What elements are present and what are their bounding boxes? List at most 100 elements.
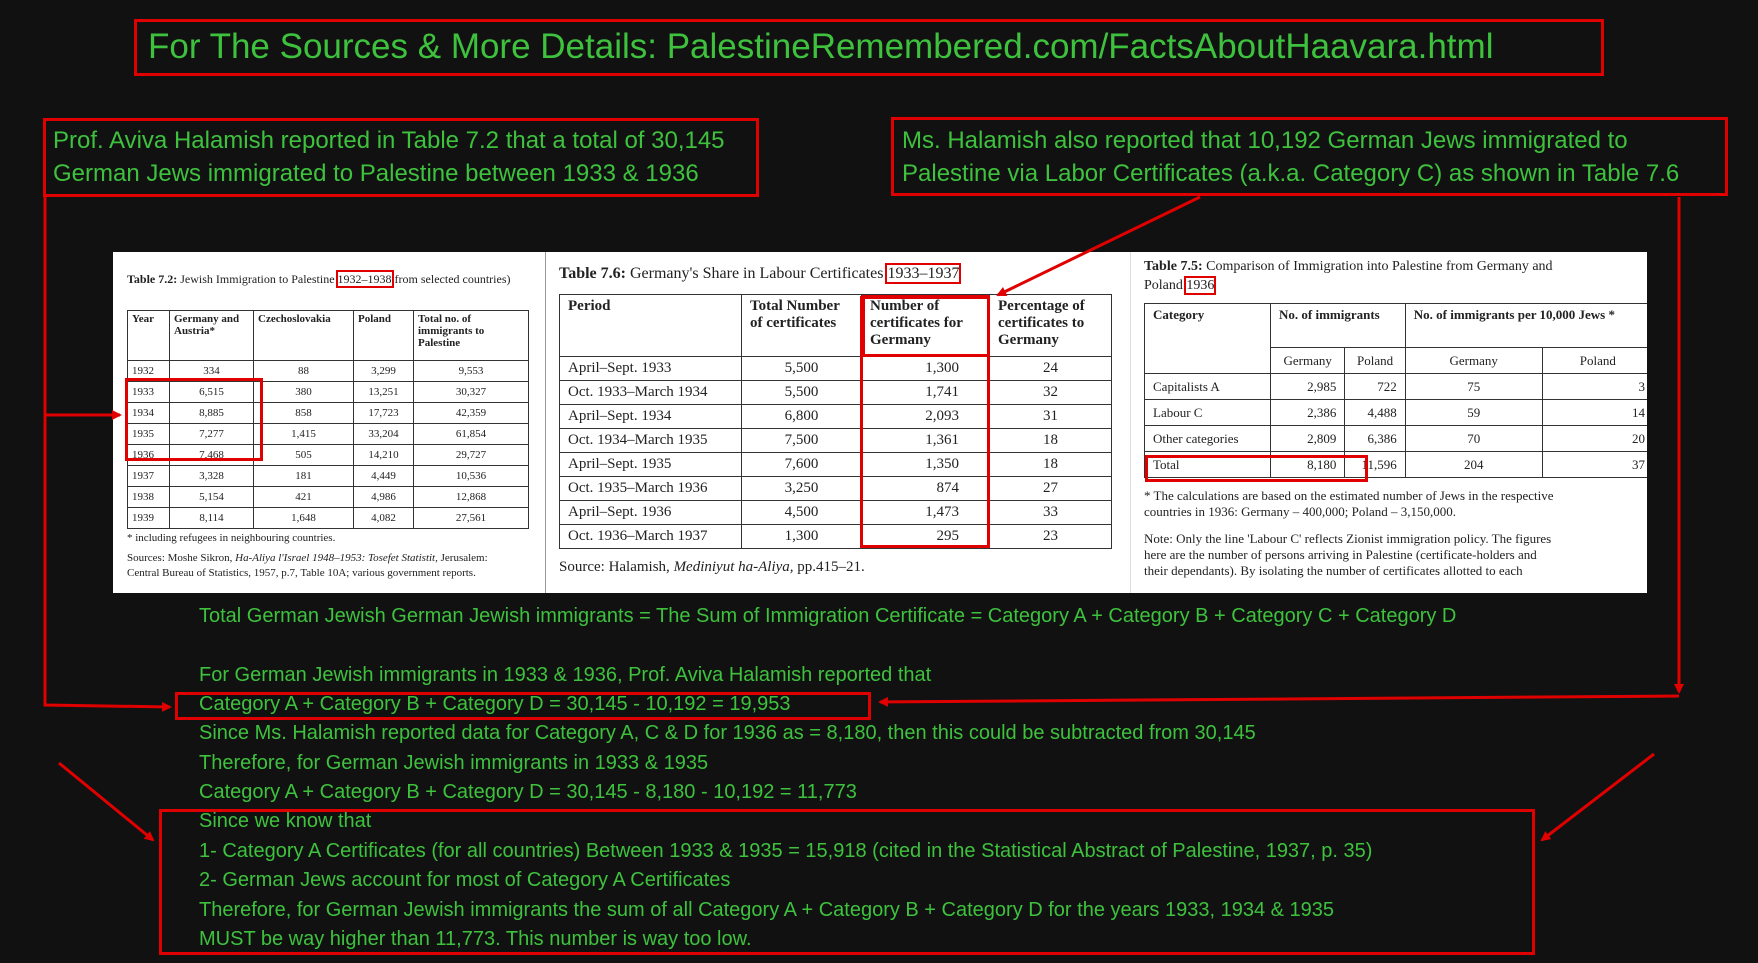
- table72-cell: 421: [253, 486, 354, 508]
- table75-cell: 4,488: [1344, 399, 1406, 426]
- table76-header: Percentage of certificates to Germany: [989, 294, 1112, 357]
- table75-subheader: Germany: [1404, 347, 1543, 374]
- table72-cell: 29,727: [413, 444, 529, 466]
- note-left: Prof. Aviva Halamish reported in Table 7…: [53, 124, 725, 190]
- table72-cell: 10,536: [413, 465, 529, 487]
- table-row: 1939 8,114 1,648 4,082 27,561: [127, 507, 529, 529]
- table75-cell: 3: [1541, 373, 1647, 400]
- table75-cell: 204: [1404, 451, 1543, 478]
- body-line-2: For German Jewish immigrants in 1933 & 1…: [199, 664, 932, 686]
- table-row: Other categories 2,809 6,386 70 20: [1144, 425, 1647, 452]
- table72-cell: 13,251: [353, 381, 414, 403]
- table72-cell: 5,154: [169, 486, 254, 508]
- table76-cell: 4,500: [741, 500, 862, 525]
- table75-subheader: Germany: [1269, 347, 1346, 374]
- table75-subheader: Poland: [1541, 347, 1647, 374]
- body-line-9: 2- German Jews account for most of Categ…: [199, 869, 731, 891]
- table75-footnote: * The calculations are based on the esti…: [1144, 488, 1554, 519]
- table76-source: Source: Halamish, Mediniyut ha-Aliya, pp…: [559, 559, 865, 575]
- table-row: April–Sept. 1934 6,800 2,093 31: [559, 404, 1112, 429]
- body-line-11: MUST be way higher than 11,773. This num…: [199, 928, 752, 950]
- body-line-5: Therefore, for German Jewish immigrants …: [199, 752, 709, 774]
- table-row: Oct. 1933–March 1934 5,500 1,741 32: [559, 380, 1112, 405]
- table76-header: Total Number of certificates: [741, 294, 862, 357]
- table-row: 1938 5,154 421 4,986 12,868: [127, 486, 529, 508]
- table76-cell: Oct. 1935–March 1936: [559, 476, 742, 501]
- table75-year-highlight: 1936: [1184, 276, 1217, 295]
- body-line-4: Since Ms. Halamish reported data for Cat…: [199, 722, 1256, 744]
- body-line-8: 1- Category A Certificates (for all coun…: [199, 840, 1373, 862]
- table76-cell: Oct. 1933–March 1934: [559, 380, 742, 405]
- body-line-3: Category A + Category B + Category D = 3…: [199, 693, 791, 715]
- table-7-5: Category No. of immigrants No. of immigr…: [1144, 303, 1647, 478]
- table75-header: No. of immigrants per 10,000 Jews *: [1404, 303, 1647, 348]
- table76-cell: Oct. 1936–March 1937: [559, 524, 742, 549]
- table-row: April–Sept. 1935 7,600 1,350 18: [559, 452, 1112, 477]
- body-line-1: Total German Jewish German Jewish immigr…: [199, 605, 1457, 627]
- column-divider: [545, 252, 546, 593]
- table-row: Labour C 2,386 4,488 59 14: [1144, 399, 1647, 426]
- scanned-tables: Table 7.2: Jewish Immigration to Palesti…: [113, 252, 1647, 593]
- table-7-6: Period Total Number of certificates Numb…: [559, 294, 1112, 549]
- table72-cell: 42,359: [413, 402, 529, 424]
- table72-caption: Table 7.2: Jewish Immigration to Palesti…: [127, 270, 511, 288]
- table76-germany-column-highlight: [860, 296, 990, 548]
- note-right-line-2: Palestine via Labor Certificates (a.k.a.…: [902, 160, 1680, 187]
- table72-cell: 4,449: [353, 465, 414, 487]
- table75-cell: 2,386: [1269, 399, 1346, 426]
- table-row: April–Sept. 1936 4,500 1,473 33: [559, 500, 1112, 525]
- table-row: Oct. 1936–March 1937 1,300 295 23: [559, 524, 1112, 549]
- table72-cell: 33,204: [353, 423, 414, 445]
- table72-cell: 1938: [127, 486, 170, 508]
- source-url-header: For The Sources & More Details: Palestin…: [148, 27, 1494, 66]
- table76-cell: 1,300: [741, 524, 862, 549]
- body-line-6: Category A + Category B + Category D = 3…: [199, 781, 857, 803]
- column-divider: [1130, 252, 1131, 593]
- table75-cell: 14: [1541, 399, 1647, 426]
- table76-cell: 23: [989, 524, 1112, 549]
- table-row: Oct. 1935–March 1936 3,250 874 27: [559, 476, 1112, 501]
- table76-cell: 5,500: [741, 380, 862, 405]
- arrow-right-to-result: [878, 694, 1680, 707]
- table72-cell: 181: [253, 465, 354, 487]
- table75-note: Note: Only the line 'Labour C' reflects …: [1144, 531, 1552, 578]
- table76-cell: 31: [989, 404, 1112, 429]
- table75-cell: 722: [1344, 373, 1406, 400]
- table72-cell: 17,723: [353, 402, 414, 424]
- table75-cell: Other categories: [1144, 425, 1271, 452]
- table72-cell: 4,082: [353, 507, 414, 529]
- table75-caption: Table 7.5: Comparison of Immigration int…: [1144, 259, 1553, 295]
- table72-cell: 1939: [127, 507, 170, 529]
- table75-cell: 2,985: [1269, 373, 1346, 400]
- table72-cell: 30,327: [413, 381, 529, 403]
- table75-total-highlight: [1145, 455, 1368, 482]
- table72-cell: 9,553: [413, 360, 529, 382]
- table72-cell: 1,415: [253, 423, 354, 445]
- table72-cell: 12,868: [413, 486, 529, 508]
- table76-cell: April–Sept. 1933: [559, 356, 742, 381]
- table75-cell: 70: [1404, 425, 1543, 452]
- table72-footnote: * including refugees in neighbouring cou…: [127, 532, 336, 544]
- table76-header: Period: [559, 294, 742, 357]
- table72-cell: 858: [253, 402, 354, 424]
- table75-cell: 20: [1541, 425, 1647, 452]
- table72-cell: 14,210: [353, 444, 414, 466]
- table72-cell: 3,328: [169, 465, 254, 487]
- table76-cell: 24: [989, 356, 1112, 381]
- table-row: Capitalists A 2,985 722 75 3: [1144, 373, 1647, 400]
- table76-years-highlight: 1933–1937: [885, 263, 962, 284]
- arrow-diagonal-left: [58, 761, 155, 842]
- table75-cell: Labour C: [1144, 399, 1271, 426]
- body-line-7: Since we know that: [199, 810, 372, 832]
- table72-sources: Sources: Moshe Sikron, Ha-Aliya l'Israel…: [127, 552, 488, 579]
- note-right-line-1: Ms. Halamish also reported that 10,192 G…: [902, 127, 1628, 154]
- table72-cell: 27,561: [413, 507, 529, 529]
- table72-cell: 1937: [127, 465, 170, 487]
- table76-cell: April–Sept. 1934: [559, 404, 742, 429]
- table72-header: Czechoslovakia: [253, 310, 354, 361]
- note-right: Ms. Halamish also reported that 10,192 G…: [902, 124, 1679, 190]
- table75-cell: 2,809: [1269, 425, 1346, 452]
- table72-years-highlight: 1932–1938: [335, 270, 394, 288]
- note-left-line-1: Prof. Aviva Halamish reported in Table 7…: [53, 127, 725, 154]
- table76-cell: 3,250: [741, 476, 862, 501]
